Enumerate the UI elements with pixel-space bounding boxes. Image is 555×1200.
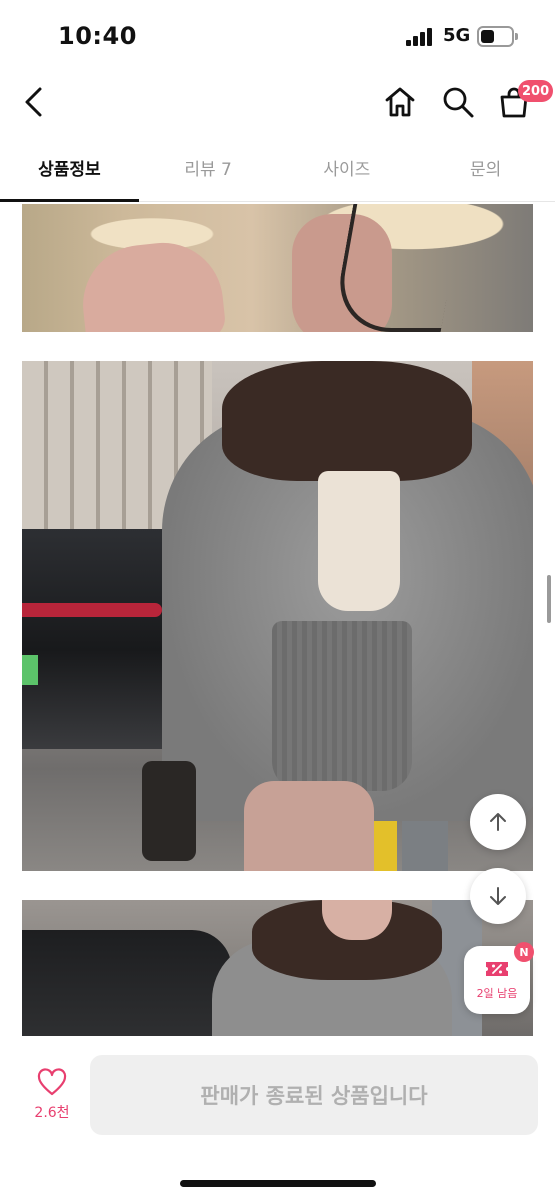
tab-product-info[interactable]: 상품정보 xyxy=(0,146,139,202)
tab-reviews[interactable]: 리뷰 7 xyxy=(139,146,278,201)
search-button[interactable] xyxy=(436,80,480,124)
arrow-up-icon xyxy=(490,813,506,831)
scroll-top-button[interactable] xyxy=(470,794,526,850)
search-icon xyxy=(443,87,474,118)
sold-out-button[interactable]: 판매가 종료된 상품입니다 xyxy=(90,1055,538,1135)
cart-count-badge: 200 xyxy=(518,80,554,102)
new-badge: N xyxy=(514,942,534,962)
coupon-remaining-label: 2일 남음 xyxy=(476,987,518,1000)
back-button[interactable] xyxy=(12,80,56,124)
like-button[interactable]: 2.6천 xyxy=(24,1068,80,1128)
battery-icon xyxy=(477,26,518,47)
signal-icon xyxy=(406,28,436,46)
top-header xyxy=(0,76,555,132)
scroll-bottom-button[interactable] xyxy=(470,868,526,924)
home-button[interactable] xyxy=(378,80,422,124)
product-photo xyxy=(22,204,533,332)
tab-size[interactable]: 사이즈 xyxy=(278,146,417,201)
like-count: 2.6천 xyxy=(34,1105,70,1121)
product-tabs: 상품정보 리뷰 7 사이즈 문의 xyxy=(0,146,555,202)
product-photo xyxy=(22,900,533,1036)
status-bar: 10:40 5G xyxy=(0,0,555,76)
network-label: 5G xyxy=(443,25,471,46)
product-photo xyxy=(22,361,533,871)
coupon-button[interactable]: 2일 남음 N xyxy=(464,942,534,1014)
arrow-down-icon xyxy=(490,887,506,905)
coupon-icon xyxy=(486,962,508,976)
back-icon xyxy=(25,87,42,117)
home-indicator xyxy=(180,1180,376,1187)
home-icon xyxy=(385,87,415,117)
heart-icon xyxy=(37,1068,67,1096)
scrollbar[interactable] xyxy=(547,575,551,623)
status-time: 10:40 xyxy=(58,22,137,50)
bottom-action-bar: 2.6천 판매가 종료된 상품입니다 xyxy=(0,1040,555,1200)
tab-inquiry[interactable]: 문의 xyxy=(416,146,555,201)
